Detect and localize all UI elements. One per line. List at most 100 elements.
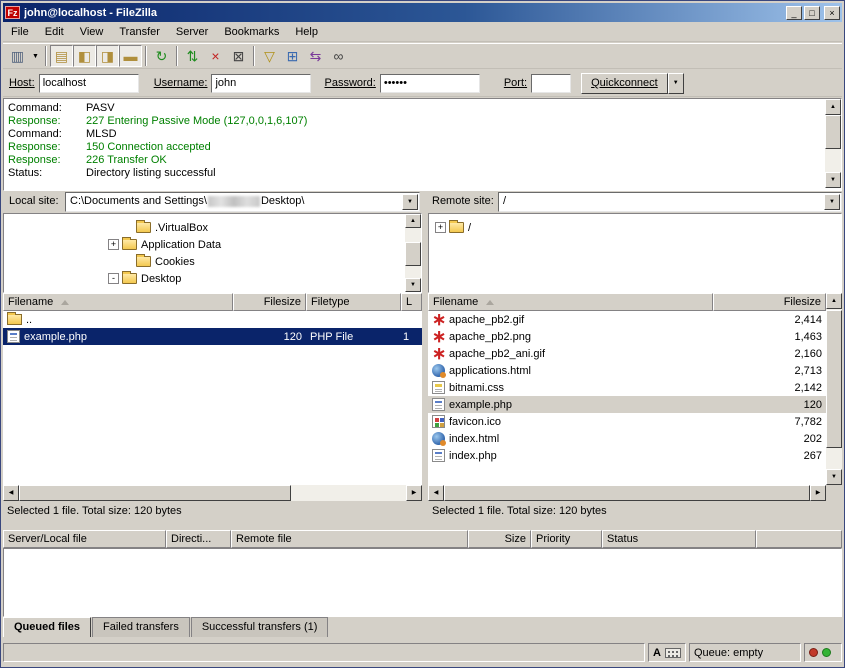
column-header-filetype[interactable]: Filetype <box>306 293 401 311</box>
remote-file-row[interactable]: index.html202 <box>428 430 826 447</box>
quickconnect-dropdown-button[interactable]: ▼ <box>668 73 684 94</box>
scroll-down-icon[interactable] <box>405 278 421 292</box>
column-header-status[interactable]: Status <box>602 530 756 548</box>
scroll-right-icon[interactable] <box>810 485 826 501</box>
cancel-button[interactable]: × <box>204 45 227 67</box>
refresh-button[interactable]: ↻ <box>150 45 173 67</box>
column-header-last-modified[interactable]: L <box>401 293 422 311</box>
menu-transfer[interactable]: Transfer <box>111 24 168 40</box>
column-header-size[interactable]: Size <box>468 530 531 548</box>
column-header-remote-file[interactable]: Remote file <box>231 530 468 548</box>
log-type: Command: <box>8 128 86 141</box>
menu-help[interactable]: Help <box>287 24 326 40</box>
scroll-down-icon[interactable] <box>826 469 842 485</box>
host-input[interactable] <box>39 74 139 93</box>
scroll-thumb[interactable] <box>444 485 810 501</box>
local-status-text: Selected 1 file. Total size: 120 bytes <box>3 501 422 522</box>
filter-button[interactable]: ▽ <box>258 45 281 67</box>
password-input[interactable] <box>380 74 480 93</box>
keyboard-icon[interactable] <box>665 648 681 658</box>
site-manager-dropdown-button[interactable]: ▼ <box>29 45 42 67</box>
column-header-filename[interactable]: Filename <box>428 293 713 311</box>
tab-queued-files[interactable]: Queued files <box>3 617 91 637</box>
local-site-combo[interactable]: C:\Documents and Settings\Desktop\ ▼ <box>65 192 420 212</box>
tree-expander-icon[interactable] <box>122 256 133 267</box>
menu-view[interactable]: View <box>72 24 112 40</box>
remote-file-row[interactable]: favicon.ico7,782 <box>428 413 826 430</box>
remote-file-row[interactable]: applications.html2,713 <box>428 362 826 379</box>
column-header-direction[interactable]: Directi... <box>166 530 231 548</box>
column-header-server-local-file[interactable]: Server/Local file <box>3 530 166 548</box>
remote-file-row[interactable]: index.php267 <box>428 447 826 464</box>
close-button[interactable]: × <box>824 6 840 20</box>
scroll-up-icon[interactable] <box>826 293 842 309</box>
column-header-priority[interactable]: Priority <box>531 530 602 548</box>
scroll-right-icon[interactable] <box>406 485 422 501</box>
scroll-thumb[interactable] <box>826 310 842 448</box>
local-file-row[interactable]: .. <box>3 311 422 328</box>
local-tree-toggle-button[interactable]: ◧ <box>73 45 96 67</box>
queue-toggle-button[interactable]: ▬ <box>119 45 142 67</box>
tree-item[interactable]: -Desktop <box>4 270 421 287</box>
tree-item[interactable]: Cookies <box>4 253 421 270</box>
local-list-header: Filename Filesize Filetype L <box>3 293 422 311</box>
remote-file-row[interactable]: apache_pb2.gif2,414 <box>428 311 826 328</box>
scroll-up-icon[interactable] <box>825 99 841 115</box>
menu-edit[interactable]: Edit <box>37 24 72 40</box>
menu-file[interactable]: File <box>3 24 37 40</box>
menu-server[interactable]: Server <box>168 24 216 40</box>
sync-browse-button[interactable]: ⇆ <box>304 45 327 67</box>
menu-bookmarks[interactable]: Bookmarks <box>216 24 287 40</box>
dropdown-arrow-icon[interactable]: ▼ <box>824 194 840 210</box>
scroll-thumb[interactable] <box>825 115 841 149</box>
scroll-left-icon[interactable] <box>428 485 444 501</box>
find-button[interactable]: ∞ <box>327 45 350 67</box>
tab-failed-transfers[interactable]: Failed transfers <box>92 617 190 637</box>
tree-item[interactable]: +Application Data <box>4 236 421 253</box>
titlebar[interactable]: Fz john@localhost - FileZilla _ □ × <box>3 3 842 22</box>
remote-file-row[interactable]: bitnami.css2,142 <box>428 379 826 396</box>
log-scrollbar[interactable] <box>825 99 841 188</box>
scroll-thumb[interactable] <box>19 485 291 501</box>
tree-expander-icon[interactable]: + <box>435 222 446 233</box>
site-manager-button[interactable]: ▥ <box>6 45 29 67</box>
quickconnect-button[interactable]: Quickconnect <box>581 73 668 94</box>
tree-expander-icon[interactable] <box>122 222 133 233</box>
local-file-row[interactable]: example.php 120 PHP File 1 <box>3 328 422 345</box>
scroll-thumb[interactable] <box>405 242 421 266</box>
username-input[interactable] <box>211 74 311 93</box>
dropdown-arrow-icon[interactable]: ▼ <box>402 194 418 210</box>
html-file-icon <box>432 432 445 445</box>
filter-icon: ▽ <box>264 48 275 65</box>
local-list-hscrollbar[interactable] <box>3 485 422 501</box>
remote-list-scrollbar[interactable] <box>826 293 842 485</box>
transfer-type-indicator-icon[interactable]: A <box>653 647 661 659</box>
remote-file-row[interactable]: apache_pb2.png1,463 <box>428 328 826 345</box>
process-queue-button[interactable]: ⇅ <box>181 45 204 67</box>
column-header-filename[interactable]: Filename <box>3 293 233 311</box>
local-tree-scrollbar[interactable] <box>405 214 421 292</box>
remote-list-hscrollbar[interactable] <box>428 485 826 501</box>
tree-item[interactable]: .VirtualBox <box>4 219 421 236</box>
scroll-left-icon[interactable] <box>3 485 19 501</box>
column-header-filesize[interactable]: Filesize <box>713 293 826 311</box>
tree-item[interactable]: +/ <box>429 219 841 236</box>
disconnect-button[interactable]: ⊠ <box>227 45 250 67</box>
tree-expander-icon[interactable]: + <box>108 239 119 250</box>
maximize-button[interactable]: □ <box>804 6 820 20</box>
scroll-up-icon[interactable] <box>405 214 421 228</box>
queue-tabs: Queued files Failed transfers Successful… <box>3 617 329 638</box>
tree-expander-icon[interactable]: - <box>108 273 119 284</box>
remote-tree-toggle-button[interactable]: ◨ <box>96 45 119 67</box>
scroll-down-icon[interactable] <box>825 172 841 188</box>
port-input[interactable] <box>531 74 571 93</box>
queue-list[interactable] <box>3 548 842 617</box>
tab-successful-transfers[interactable]: Successful transfers (1) <box>191 617 329 637</box>
remote-site-combo[interactable]: / ▼ <box>498 192 842 212</box>
column-header-filesize[interactable]: Filesize <box>233 293 306 311</box>
message-log-toggle-button[interactable]: ▤ <box>50 45 73 67</box>
remote-file-row[interactable]: apache_pb2_ani.gif2,160 <box>428 345 826 362</box>
remote-file-row[interactable]: example.php120 <box>428 396 826 413</box>
compare-button[interactable]: ⊞ <box>281 45 304 67</box>
minimize-button[interactable]: _ <box>786 6 802 20</box>
